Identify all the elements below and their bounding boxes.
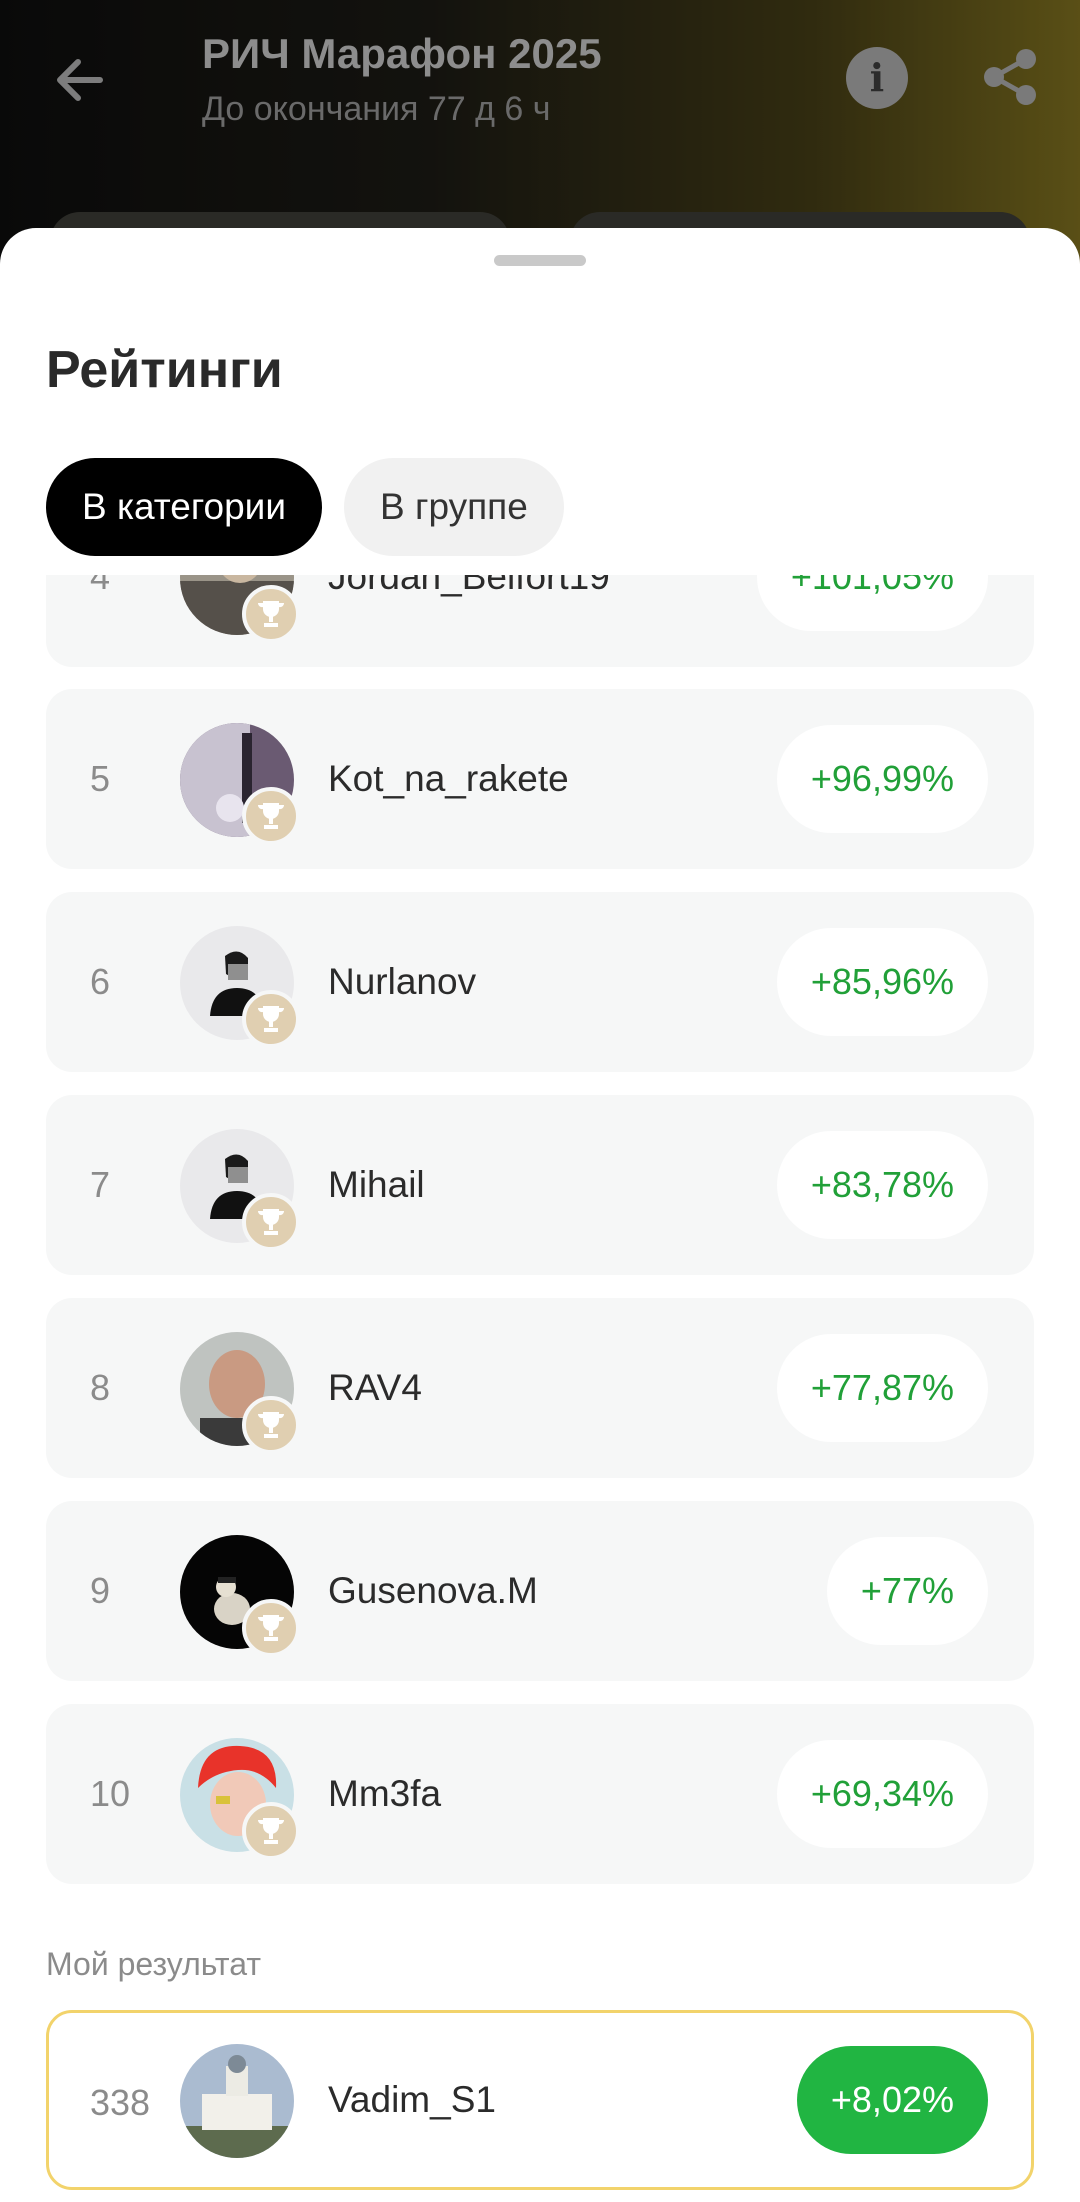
- back-arrow-icon[interactable]: [50, 50, 110, 110]
- username: Mihail: [328, 1164, 425, 1205]
- sheet-drag-handle[interactable]: [494, 255, 586, 266]
- profit-percent: +8,02%: [796, 2046, 988, 2154]
- username: Nurlanov: [328, 961, 477, 1002]
- rank-number: 338: [90, 2082, 151, 2123]
- username: Vadim_S1: [328, 2079, 496, 2120]
- rank-number: 8: [90, 1367, 111, 1408]
- username: RAV4: [328, 1367, 422, 1408]
- rank-number: 7: [90, 1164, 111, 1205]
- leaderboard-list[interactable]: 4 Jordan_Belfort19 +101,05% 5 Kot_na_rak…: [0, 575, 1080, 2135]
- marathon-title: РИЧ Марафон 2025: [202, 30, 602, 77]
- username: Gusenova.M: [328, 1570, 538, 1611]
- info-icon[interactable]: i: [846, 47, 908, 109]
- username: Jordan_Belfort19: [328, 575, 610, 597]
- profit-percent: +96,99%: [776, 725, 988, 833]
- leaderboard-row[interactable]: 6 Nurlanov +85,96%: [46, 892, 1034, 1072]
- sheet-title: Рейтинги: [46, 341, 283, 399]
- profit-percent: +77%: [826, 1537, 988, 1645]
- profit-percent: +77,87%: [776, 1334, 988, 1442]
- profit-percent: +101,05%: [756, 575, 988, 631]
- leaderboard-row[interactable]: 7 Mihail +83,78%: [46, 1095, 1034, 1275]
- my-result-label: Мой результат: [46, 1946, 261, 1982]
- rating-tabs: В категории В группе: [46, 458, 564, 556]
- username: Kot_na_rakete: [328, 758, 569, 799]
- trophy-icon: [242, 1396, 300, 1454]
- rank-number: 6: [90, 961, 111, 1002]
- my-result-row[interactable]: 338 Vadim_S1 +8,02%: [46, 2010, 1034, 2190]
- tab-in-category[interactable]: В категории: [46, 458, 323, 556]
- trophy-icon: [242, 1802, 300, 1860]
- leaderboard-row[interactable]: 9 Gusenova.M +77%: [46, 1501, 1034, 1681]
- trophy-icon: [242, 787, 300, 845]
- rank-number: 4: [90, 575, 111, 597]
- share-icon[interactable]: [978, 45, 1042, 109]
- trophy-icon: [242, 1599, 300, 1657]
- avatar: [180, 2044, 294, 2158]
- rank-number: 9: [90, 1570, 111, 1611]
- leaderboard-row[interactable]: 4 Jordan_Belfort19 +101,05%: [46, 575, 1034, 667]
- trophy-icon: [242, 990, 300, 1048]
- profit-percent: +83,78%: [776, 1131, 988, 1239]
- trophy-icon: [242, 585, 300, 643]
- rank-number: 10: [90, 1773, 131, 1814]
- ratings-sheet: Рейтинги В категории В группе 4 Jordan_B…: [0, 228, 1080, 2202]
- leaderboard-row[interactable]: 5 Kot_na_rakete +96,99%: [46, 689, 1034, 869]
- leaderboard-row[interactable]: 8 RAV4 +77,87%: [46, 1298, 1034, 1478]
- tab-in-group[interactable]: В группе: [344, 458, 564, 556]
- username: Mm3fa: [328, 1773, 442, 1814]
- profit-percent: +69,34%: [776, 1740, 988, 1848]
- time-remaining: До окончания 77 д 6 ч: [202, 90, 551, 128]
- trophy-icon: [242, 1193, 300, 1251]
- leaderboard-row[interactable]: 10 Mm3fa +69,34%: [46, 1704, 1034, 1884]
- profit-percent: +85,96%: [776, 928, 988, 1036]
- rank-number: 5: [90, 758, 111, 799]
